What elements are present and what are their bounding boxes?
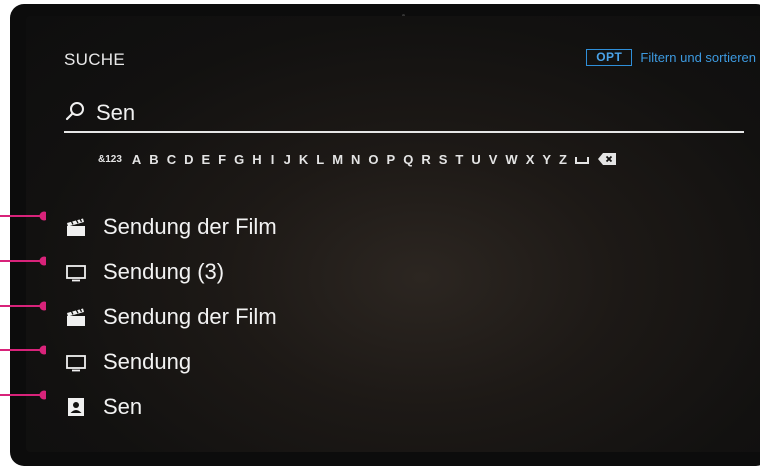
space-icon[interactable] — [571, 153, 593, 165]
result-title: Sendung (3) — [103, 258, 225, 284]
result-item-5[interactable]: Sen — [26, 384, 760, 429]
result-title: Sendung der Film — [103, 213, 277, 239]
result-item-2[interactable]: Sendung (3) — [26, 249, 760, 294]
key-o[interactable]: O — [364, 152, 382, 167]
key-z[interactable]: Z — [555, 152, 571, 167]
search-results-list: Sendung der Film Sendung (3) Sendung der… — [26, 204, 760, 429]
key-c[interactable]: C — [163, 152, 180, 167]
backspace-icon[interactable] — [593, 152, 621, 166]
key-n[interactable]: N — [347, 152, 364, 167]
key-d[interactable]: D — [180, 152, 197, 167]
result-title: Sendung — [103, 348, 192, 374]
key-v[interactable]: V — [485, 152, 502, 167]
person-card-icon — [65, 397, 87, 417]
clapperboard-icon — [65, 307, 87, 327]
result-item-3[interactable]: Sendung der Film — [26, 294, 760, 339]
key-x[interactable]: X — [522, 152, 539, 167]
tv-frame: SUCHE OPT Filtern und sortieren Sen &123… — [10, 4, 760, 466]
key-m[interactable]: M — [328, 152, 347, 167]
key-b[interactable]: B — [145, 152, 162, 167]
key-k[interactable]: K — [295, 152, 312, 167]
key-u[interactable]: U — [467, 152, 484, 167]
key-r[interactable]: R — [417, 152, 434, 167]
key-a[interactable]: A — [128, 152, 145, 167]
key-s[interactable]: S — [435, 152, 452, 167]
result-title: Sen — [103, 393, 143, 419]
onscreen-keyboard: &123 ABCDEFGHIJKLMNOPQRSTUVWXYZ — [94, 148, 621, 170]
clapperboard-icon — [65, 217, 87, 237]
tv-icon — [65, 352, 87, 372]
key-numbers[interactable]: &123 — [94, 154, 128, 165]
search-underline — [64, 131, 744, 133]
result-item-1[interactable]: Sendung der Film — [26, 204, 760, 249]
key-l[interactable]: L — [312, 152, 328, 167]
key-f[interactable]: F — [214, 152, 230, 167]
tv-icon — [65, 262, 87, 282]
search-query: Sen — [96, 100, 136, 125]
key-h[interactable]: H — [248, 152, 265, 167]
key-q[interactable]: Q — [399, 152, 417, 167]
page-title: SUCHE — [64, 50, 126, 69]
key-j[interactable]: J — [280, 152, 295, 167]
key-i[interactable]: I — [266, 152, 280, 167]
filter-sort-label: Filtern und sortieren — [640, 50, 756, 65]
result-title: Sendung der Film — [103, 303, 277, 329]
key-g[interactable]: G — [230, 152, 248, 167]
key-w[interactable]: W — [501, 152, 521, 167]
screen: SUCHE OPT Filtern und sortieren Sen &123… — [26, 16, 760, 452]
key-t[interactable]: T — [451, 152, 467, 167]
search-icon — [64, 100, 86, 127]
filter-sort-option[interactable]: OPT Filtern und sortieren — [586, 49, 756, 66]
search-field[interactable]: Sen — [64, 98, 744, 128]
key-y[interactable]: Y — [538, 152, 555, 167]
key-p[interactable]: P — [383, 152, 400, 167]
key-e[interactable]: E — [197, 152, 214, 167]
opt-key-badge: OPT — [586, 49, 633, 66]
result-item-4[interactable]: Sendung — [26, 339, 760, 384]
